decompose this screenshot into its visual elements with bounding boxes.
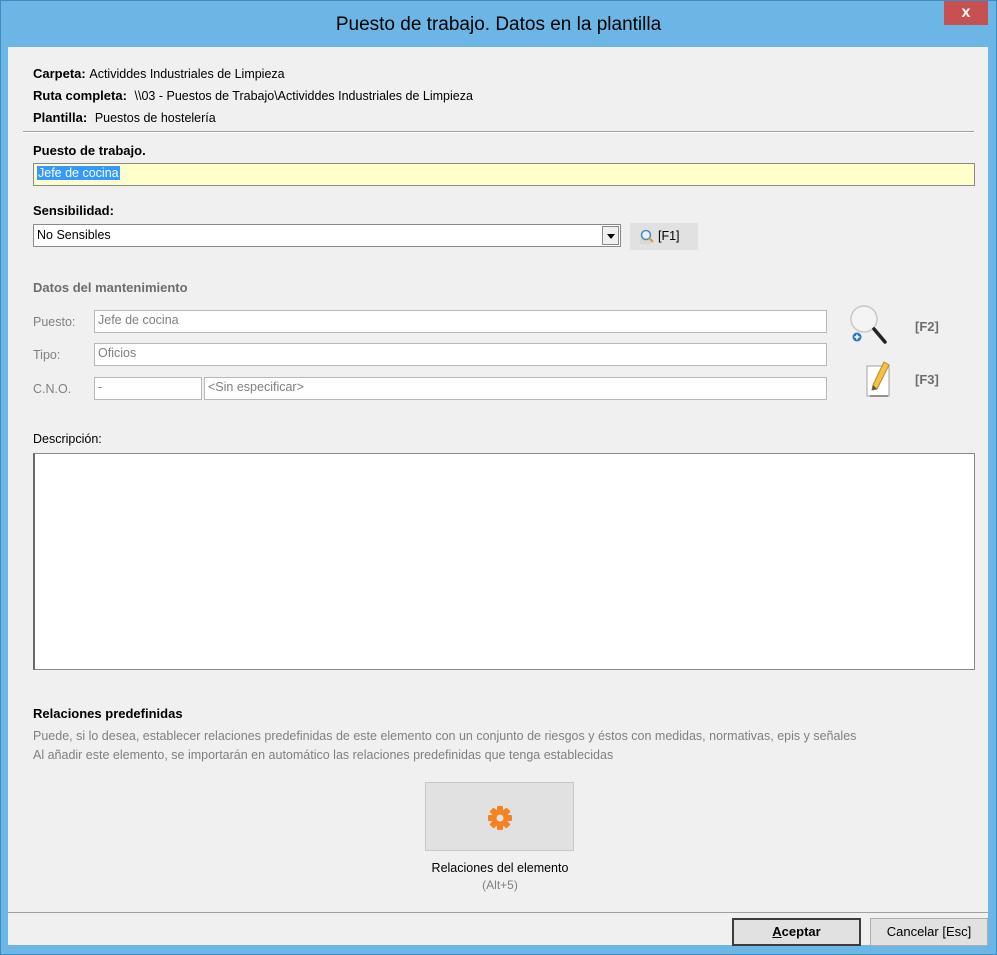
header-separator bbox=[23, 131, 974, 133]
f2-label: [F2] bbox=[915, 319, 939, 334]
ruta-label: Ruta completa: bbox=[33, 88, 127, 103]
f2-search-button[interactable]: [F2] bbox=[848, 303, 958, 345]
gear-icon bbox=[488, 806, 512, 830]
sensibilidad-value: No Sensibles bbox=[37, 228, 111, 242]
puesto-input[interactable]: Jefe de cocina bbox=[33, 163, 975, 186]
f3-edit-button[interactable]: [F3] bbox=[866, 360, 958, 400]
mant-cno-label: C.N.O. bbox=[33, 382, 72, 396]
carpeta-value: Actividdes Industriales de Limpieza bbox=[89, 67, 285, 81]
relaciones-button-label: Relaciones del elemento bbox=[431, 861, 569, 875]
puesto-label: Puesto de trabajo. bbox=[33, 143, 146, 158]
ruta-row: Ruta completa: \\03 - Puestos de Trabajo… bbox=[33, 88, 473, 103]
sensibilidad-label: Sensibilidad: bbox=[33, 203, 114, 218]
carpeta-label: Carpeta: bbox=[33, 66, 86, 81]
sensibilidad-select[interactable]: No Sensibles bbox=[33, 224, 621, 247]
f1-search-button[interactable]: [F1] bbox=[630, 223, 698, 250]
mant-puesto-label: Puesto: bbox=[33, 315, 76, 329]
magnifier-add-icon bbox=[850, 305, 887, 344]
mant-cno-code-field: - bbox=[94, 377, 202, 400]
relaciones-title: Relaciones predefinidas bbox=[33, 706, 183, 721]
mant-tipo-label: Tipo: bbox=[33, 348, 61, 362]
puesto-input-value: Jefe de cocina bbox=[37, 166, 120, 180]
descripcion-textarea[interactable] bbox=[33, 453, 975, 670]
window-title: Puesto de trabajo. Datos en la plantilla bbox=[335, 14, 662, 35]
mantenimiento-title: Datos del mantenimiento bbox=[33, 280, 188, 295]
plantilla-label: Plantilla: bbox=[33, 110, 88, 125]
aceptar-mnemonic: A bbox=[772, 924, 782, 939]
descripcion-label: Descripción: bbox=[33, 432, 102, 446]
relaciones-elemento-button[interactable] bbox=[425, 782, 574, 851]
f3-label: [F3] bbox=[915, 372, 939, 387]
cancelar-button[interactable]: Cancelar [Esc] bbox=[870, 918, 988, 946]
plantilla-row: Plantilla: Puestos de hostelería bbox=[33, 110, 216, 125]
ruta-value: \\03 - Puestos de Trabajo\Actividdes Ind… bbox=[134, 89, 473, 103]
mant-tipo-field: Oficios bbox=[94, 343, 827, 366]
mant-puesto-field: Jefe de cocina bbox=[94, 310, 827, 333]
close-button[interactable]: x bbox=[944, 1, 988, 25]
carpeta-row: Carpeta: Actividdes Industriales de Limp… bbox=[33, 66, 285, 81]
relaciones-text-1: Puede, si lo desea, establecer relacione… bbox=[33, 729, 857, 743]
edit-note-icon bbox=[866, 361, 890, 397]
aceptar-label: ceptar bbox=[781, 924, 821, 939]
plantilla-value: Puestos de hostelería bbox=[94, 111, 216, 125]
f1-label: [F1] bbox=[658, 229, 680, 243]
aceptar-button[interactable]: Aceptar bbox=[732, 918, 861, 946]
mant-cno-desc-field: <Sin especificar> bbox=[204, 377, 827, 400]
relaciones-button-shortcut: (Alt+5) bbox=[482, 878, 518, 892]
search-icon bbox=[640, 229, 654, 244]
title-bar[interactable]: Puesto de trabajo. Datos en la plantilla… bbox=[1, 1, 996, 48]
footer-separator bbox=[8, 912, 988, 913]
relaciones-text-2: Al añadir este elemento, se importarán e… bbox=[33, 748, 614, 762]
chevron-down-icon[interactable] bbox=[602, 226, 619, 245]
